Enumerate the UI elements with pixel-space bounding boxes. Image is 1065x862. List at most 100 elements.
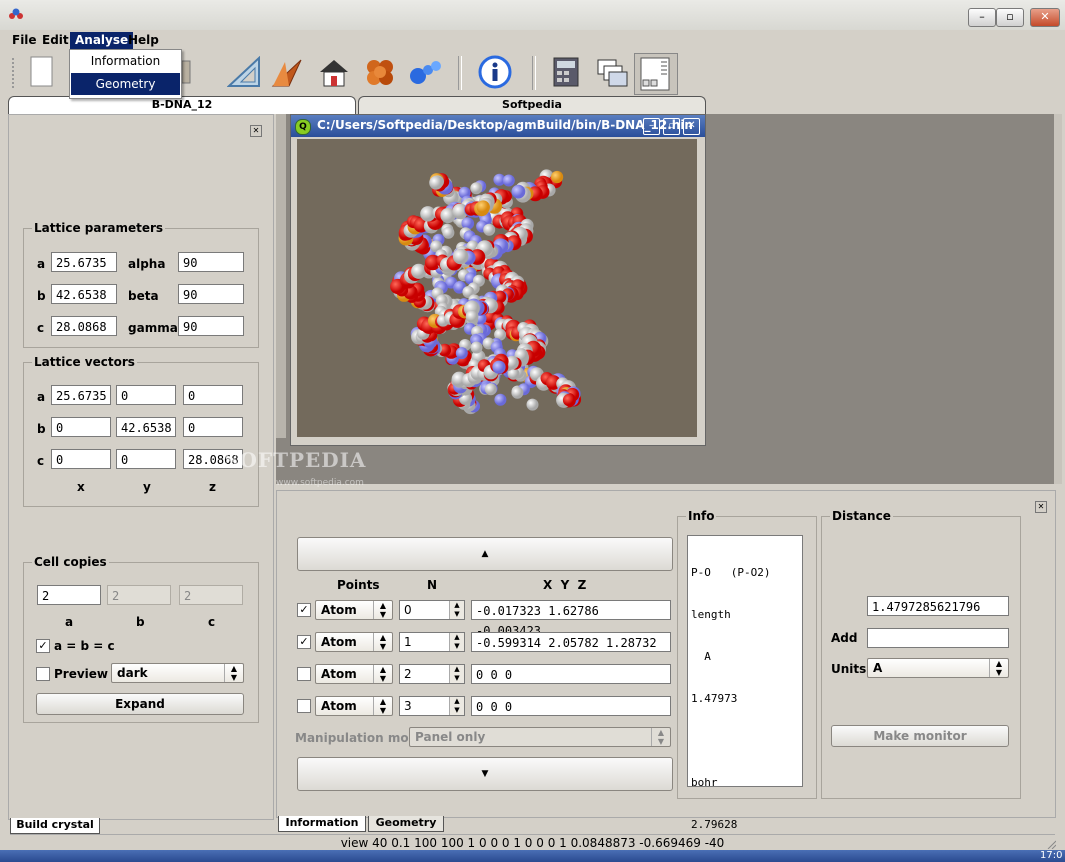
- chevron-updown-icon: ▲ ▼: [651, 728, 670, 746]
- units-value: A: [873, 661, 883, 675]
- manipulation-mode-select[interactable]: Panel only ▲ ▼: [409, 727, 671, 747]
- point-0-n-spinbox[interactable]: 0 ▲ ▼: [399, 600, 465, 620]
- spin-arrows-icon[interactable]: ▲ ▼: [449, 665, 464, 683]
- viewer-title-bar: Q C:/Users/Softpedia/Desktop/agmBuild/bi…: [291, 115, 705, 137]
- equal-dimensions-checkbox[interactable]: ✓: [36, 639, 50, 653]
- vector-a-z[interactable]: 0: [183, 385, 243, 405]
- menu-help[interactable]: Help: [123, 32, 164, 49]
- collapse-up-button[interactable]: ▲: [297, 537, 673, 571]
- viewer-window: Q C:/Users/Softpedia/Desktop/agmBuild/bi…: [290, 114, 706, 446]
- vector-a-y[interactable]: 0: [116, 385, 176, 405]
- minimize-button[interactable]: –: [968, 8, 996, 27]
- info-line: 1.47973: [691, 692, 738, 705]
- resize-grip-icon[interactable]: [1046, 838, 1057, 850]
- point-0-type-value: Atom: [321, 603, 357, 617]
- point-2-checkbox[interactable]: [297, 667, 311, 681]
- info-line: P-O (P-O2): [691, 566, 771, 579]
- expand-button[interactable]: Expand: [36, 693, 244, 715]
- point-3-n-spinbox[interactable]: 3 ▲ ▼: [399, 696, 465, 716]
- point-0-checkbox[interactable]: ✓: [297, 603, 311, 617]
- points-header: Points: [337, 578, 380, 592]
- point-0-xyz-input[interactable]: -0.017323 1.62786 -0.003423: [471, 600, 671, 638]
- triangle-ruler-icon[interactable]: [226, 54, 262, 90]
- windows-icon[interactable]: [594, 54, 630, 90]
- lattice-a-input[interactable]: 25.6735: [51, 252, 117, 272]
- chevron-updown-icon: ▲ ▼: [989, 659, 1008, 677]
- spin-arrows-icon[interactable]: ▲ ▼: [449, 633, 464, 651]
- tab-information[interactable]: Information: [278, 816, 366, 832]
- molecule-canvas[interactable]: [297, 139, 697, 437]
- spin-arrows-icon[interactable]: ▲ ▼: [449, 601, 464, 619]
- vector-b-x[interactable]: 0: [51, 417, 111, 437]
- point-1-type-select[interactable]: Atom ▲ ▼: [315, 632, 393, 652]
- panel-close-icon[interactable]: ✕: [250, 125, 262, 137]
- point-2-type-select[interactable]: Atom ▲ ▼: [315, 664, 393, 684]
- toolbar-separator: [532, 56, 536, 90]
- vector-b-z[interactable]: 0: [183, 417, 243, 437]
- manipulation-mode-label: Manipulation mode: [295, 731, 426, 745]
- maximize-button[interactable]: ▫: [996, 8, 1024, 27]
- chevron-updown-icon: ▲ ▼: [224, 664, 243, 682]
- cluster-icon[interactable]: [362, 54, 398, 90]
- vector-c-y[interactable]: 0: [116, 449, 176, 469]
- tab-b-dna-12[interactable]: B-DNA_12: [8, 96, 356, 114]
- point-2-xyz-input[interactable]: 0 0 0: [471, 664, 671, 684]
- point-3-checkbox[interactable]: [297, 699, 311, 713]
- angle-icon[interactable]: [270, 54, 306, 90]
- home-icon[interactable]: [316, 54, 352, 90]
- cell-copies-a-input[interactable]: 2: [37, 585, 101, 605]
- info-text-area[interactable]: P-O (P-O2) length A 1.47973 bohr 2.79628: [687, 535, 803, 831]
- menu-edit[interactable]: Edit: [37, 32, 74, 49]
- atom-sphere: [502, 174, 515, 187]
- point-3-xyz-input[interactable]: 0 0 0: [471, 696, 671, 716]
- make-monitor-button[interactable]: Make monitor: [831, 725, 1009, 747]
- preview-checkbox[interactable]: [36, 667, 50, 681]
- lattice-gamma-input[interactable]: 90: [178, 316, 244, 336]
- viewer-minimize-button[interactable]: –: [643, 118, 660, 135]
- workspace-scrollbar[interactable]: [1054, 114, 1062, 484]
- vector-a-x[interactable]: 25.6735: [51, 385, 111, 405]
- geometry-close-icon[interactable]: ✕: [1035, 501, 1047, 513]
- collapse-down-button[interactable]: ▼: [297, 757, 673, 791]
- molecule-icon[interactable]: [408, 54, 444, 90]
- status-bar: view 40 0.1 100 100 1 0 0 0 1 0 0 0 1 0.…: [10, 834, 1055, 851]
- cell-copies-b-input[interactable]: 2: [107, 585, 171, 605]
- atom-sphere: [526, 398, 539, 411]
- tab-softpedia[interactable]: Softpedia: [358, 96, 706, 114]
- add-input[interactable]: [867, 628, 1009, 648]
- viewer-close-button[interactable]: ✕: [683, 118, 700, 135]
- menu-item-information[interactable]: Information: [70, 50, 181, 72]
- point-2-n-spinbox[interactable]: 2 ▲ ▼: [399, 664, 465, 684]
- chevron-updown-icon: ▲ ▼: [373, 697, 392, 715]
- menu-item-geometry[interactable]: Geometry: [71, 73, 180, 95]
- tab-build-crystal[interactable]: Build crystal: [10, 818, 100, 834]
- spin-arrows-icon[interactable]: ▲ ▼: [449, 697, 464, 715]
- point-0-type-select[interactable]: Atom ▲ ▼: [315, 600, 393, 620]
- cell-copies-c-input[interactable]: 2: [179, 585, 243, 605]
- lattice-b-input[interactable]: 42.6538: [51, 284, 117, 304]
- new-document-icon[interactable]: [24, 54, 60, 90]
- point-3-type-select[interactable]: Atom ▲ ▼: [315, 696, 393, 716]
- point-0-n-value: 0: [404, 603, 412, 617]
- calculator-icon[interactable]: [548, 54, 584, 90]
- lattice-beta-input[interactable]: 90: [178, 284, 244, 304]
- vector-c-x[interactable]: 0: [51, 449, 111, 469]
- point-1-xyz-input[interactable]: -0.599314 2.05782 1.28732: [471, 632, 671, 652]
- dna-molecule-render: [390, 169, 582, 415]
- point-1-n-spinbox[interactable]: 1 ▲ ▼: [399, 632, 465, 652]
- close-button[interactable]: ✕: [1030, 8, 1060, 27]
- atom-sphere: [465, 310, 479, 323]
- column-y-label: y: [143, 480, 151, 494]
- lattice-c-input[interactable]: 28.0868: [51, 316, 117, 336]
- units-select[interactable]: A ▲ ▼: [867, 658, 1009, 678]
- column-x-label: x: [77, 480, 85, 494]
- preview-style-select[interactable]: dark ▲ ▼: [111, 663, 244, 683]
- point-1-checkbox[interactable]: ✓: [297, 635, 311, 649]
- lattice-alpha-input[interactable]: 90: [178, 252, 244, 272]
- tab-geometry[interactable]: Geometry: [368, 816, 444, 832]
- info-icon[interactable]: [477, 54, 513, 90]
- vector-b-y[interactable]: 42.6538: [116, 417, 176, 437]
- viewer-maximize-button[interactable]: ▫: [663, 118, 680, 135]
- layout-toggle-button[interactable]: [634, 53, 678, 95]
- distance-value-input[interactable]: 1.4797285621796: [867, 596, 1009, 616]
